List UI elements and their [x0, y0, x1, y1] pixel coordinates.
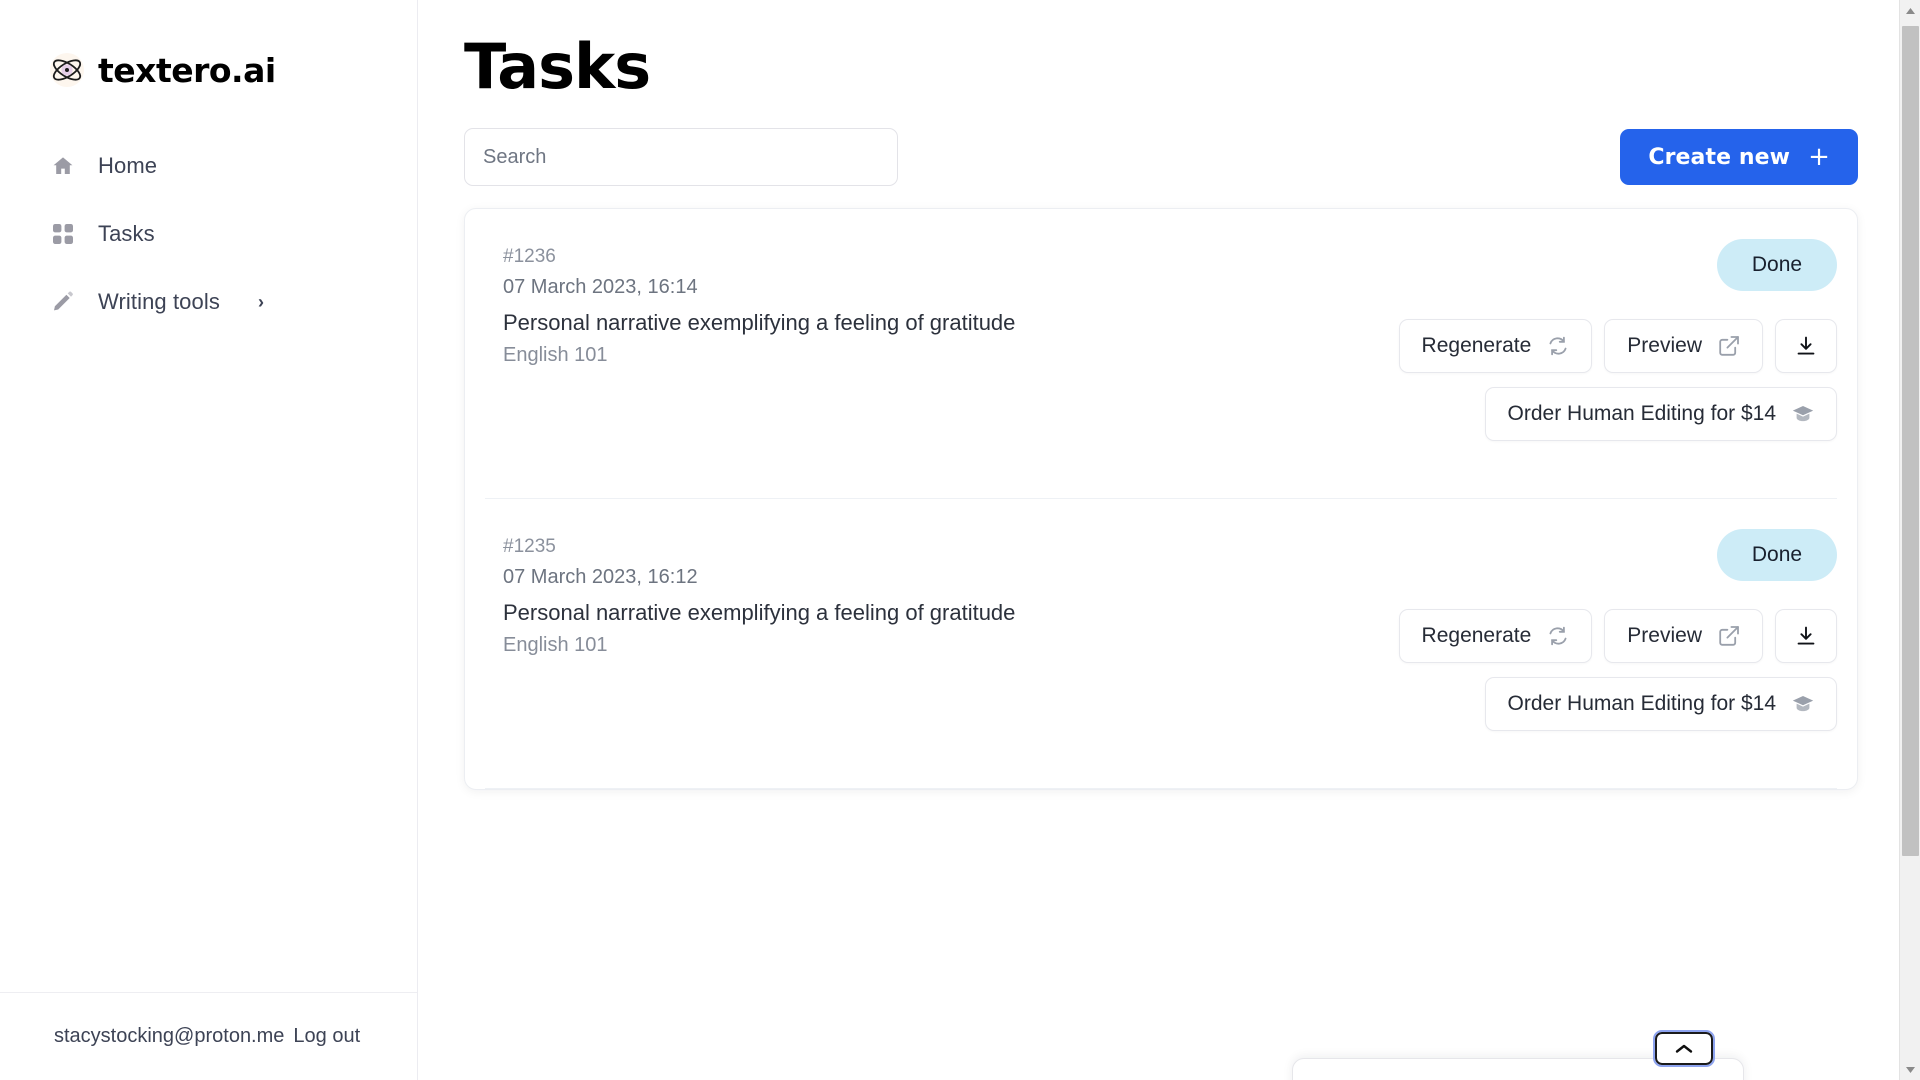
download-button[interactable] [1775, 319, 1837, 373]
preview-label: Preview [1627, 624, 1702, 648]
preview-button[interactable]: Preview [1604, 609, 1763, 663]
status-badge: Done [1717, 529, 1837, 581]
sidebar-item-tasks[interactable]: Tasks [0, 200, 417, 268]
task-date: 07 March 2023, 16:14 [503, 272, 1837, 303]
external-link-icon [1718, 625, 1740, 647]
toolbar: Create new + [464, 128, 1858, 186]
preview-button[interactable]: Preview [1604, 319, 1763, 373]
tasks-list-card: #1236 07 March 2023, 16:14 Personal narr… [464, 208, 1858, 790]
chevron-right-icon[interactable]: › [258, 293, 264, 311]
plus-icon: + [1808, 144, 1830, 170]
search-box[interactable] [464, 128, 898, 186]
table-row[interactable]: #1235 07 March 2023, 16:12 Personal narr… [485, 499, 1837, 789]
sidebar-item-home-label: Home [98, 153, 157, 179]
regenerate-label: Regenerate [1422, 334, 1532, 358]
task-date: 07 March 2023, 16:12 [503, 562, 1837, 593]
scrollbar-thumb[interactable] [1902, 26, 1919, 856]
download-button[interactable] [1775, 609, 1837, 663]
task-actions-primary: Regenerate Preview [1399, 319, 1837, 373]
sidebar-nav: Home Tasks [0, 132, 417, 336]
task-actions-primary: Regenerate Preview [1399, 609, 1837, 663]
grid-icon [52, 223, 74, 245]
chevron-up-icon [1674, 1043, 1694, 1055]
order-human-editing-button[interactable]: Order Human Editing for $14 [1485, 677, 1837, 731]
task-id: #1235 [503, 533, 1837, 562]
logout-link[interactable]: Log out [293, 1025, 360, 1048]
sidebar-item-tasks-label: Tasks [98, 221, 155, 247]
page-scrollbar[interactable] [1899, 0, 1920, 1080]
sidebar-spacer [0, 336, 417, 992]
external-link-icon [1718, 335, 1740, 357]
brand-logo[interactable]: textero.ai [0, 0, 417, 96]
sidebar-item-writing-tools[interactable]: Writing tools › [0, 268, 417, 336]
scroll-to-top-button[interactable] [1655, 1032, 1713, 1065]
regenerate-label: Regenerate [1422, 624, 1532, 648]
graduation-cap-icon [1792, 403, 1814, 425]
user-email: stacystocking@proton.me [54, 1025, 284, 1048]
order-human-editing-label: Order Human Editing for $14 [1508, 402, 1776, 426]
order-human-editing-button[interactable]: Order Human Editing for $14 [1485, 387, 1837, 441]
task-id: #1236 [503, 243, 1837, 272]
brand-name: textero.ai [98, 54, 276, 87]
scrollbar-up-arrow[interactable] [1900, 0, 1920, 21]
status-badge: Done [1717, 239, 1837, 291]
refresh-icon [1547, 335, 1569, 357]
sidebar: textero.ai Home [0, 0, 418, 1080]
search-input[interactable] [481, 145, 881, 170]
atom-icon [50, 53, 84, 87]
refresh-icon [1547, 625, 1569, 647]
graduation-cap-icon [1792, 693, 1814, 715]
regenerate-button[interactable]: Regenerate [1399, 609, 1593, 663]
pencil-icon [52, 291, 74, 313]
download-icon [1795, 335, 1817, 357]
table-row[interactable]: #1236 07 March 2023, 16:14 Personal narr… [485, 209, 1837, 499]
sidebar-footer: stacystocking@proton.me Log out [0, 992, 417, 1080]
sidebar-item-writing-tools-label: Writing tools [98, 289, 220, 315]
order-human-editing-label: Order Human Editing for $14 [1508, 692, 1776, 716]
main-content: Tasks Create new + #1236 07 March 2023, … [418, 0, 1920, 1080]
create-new-label: Create new [1648, 145, 1790, 170]
sidebar-item-home[interactable]: Home [0, 132, 417, 200]
task-actions-secondary: Order Human Editing for $14 [1485, 387, 1837, 441]
create-new-button[interactable]: Create new + [1620, 129, 1858, 185]
app-root: textero.ai Home [0, 0, 1920, 1080]
regenerate-button[interactable]: Regenerate [1399, 319, 1593, 373]
task-actions-secondary: Order Human Editing for $14 [1485, 677, 1837, 731]
download-icon [1795, 625, 1817, 647]
home-icon [52, 155, 74, 177]
page-title: Tasks [464, 30, 1858, 104]
scrollbar-down-arrow[interactable] [1900, 1059, 1920, 1080]
preview-label: Preview [1627, 334, 1702, 358]
